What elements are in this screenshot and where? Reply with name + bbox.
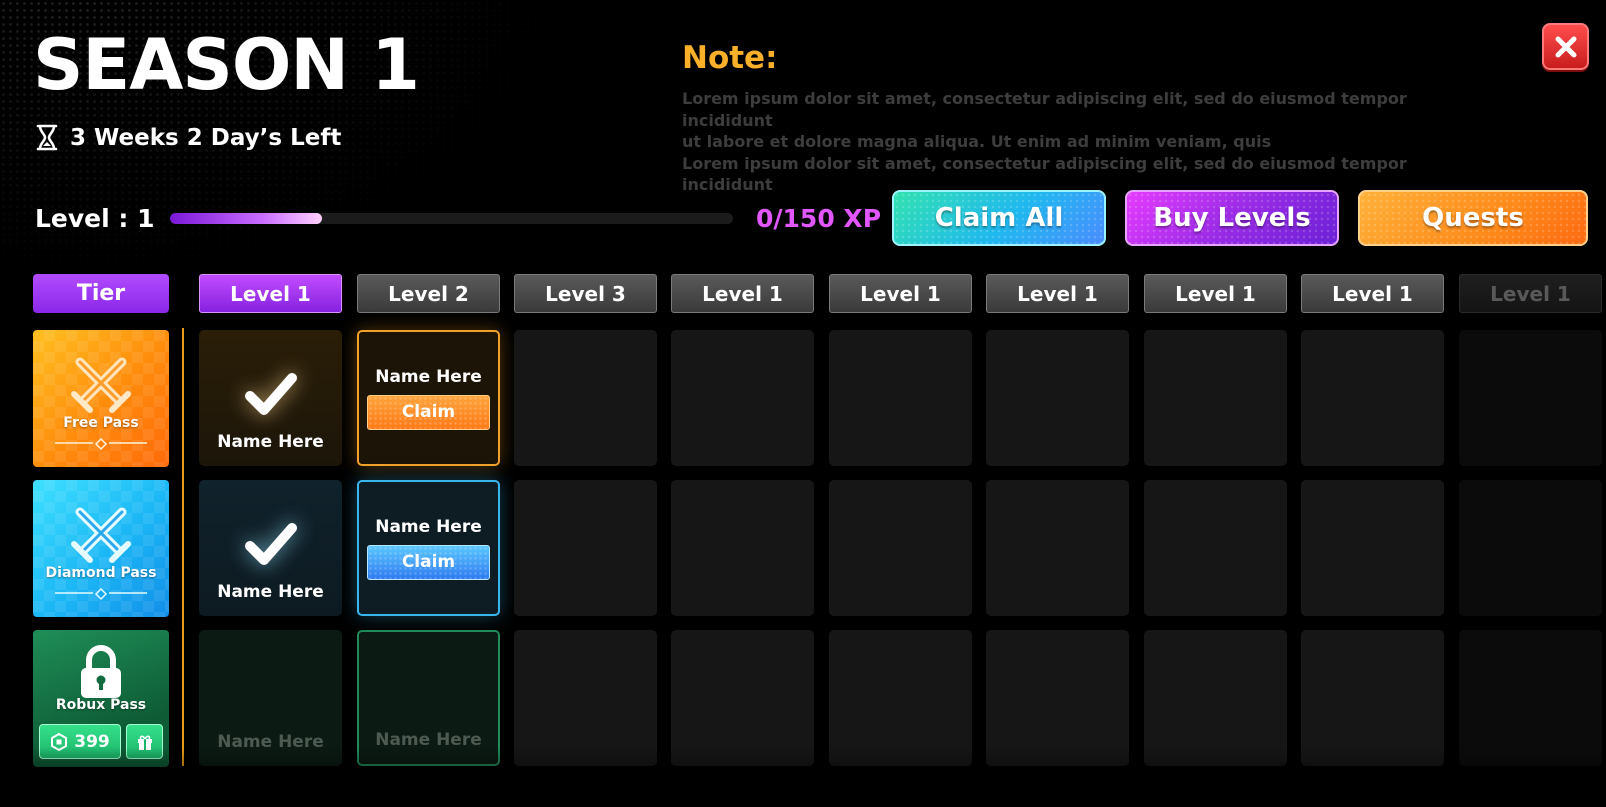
reward-cell-empty xyxy=(1459,330,1602,466)
reward-cell-free-1[interactable]: Name Here xyxy=(199,330,342,466)
bottom-vignette xyxy=(0,747,1606,807)
level-header: Level 1 xyxy=(1301,274,1444,313)
buy-levels-button[interactable]: Buy Levels xyxy=(1125,190,1339,246)
level-header: Level 1 xyxy=(986,274,1129,313)
reward-cell-empty xyxy=(514,330,657,466)
reward-cell-empty xyxy=(829,630,972,766)
reward-name: Name Here xyxy=(375,516,482,537)
reward-cell-empty xyxy=(671,480,814,616)
claim-all-button[interactable]: Claim All xyxy=(892,190,1106,246)
close-icon xyxy=(1555,36,1576,57)
level-header: Level 1 xyxy=(1144,274,1287,313)
time-left-text: 3 Weeks 2 Day’s Left xyxy=(70,124,342,151)
reward-cell-empty xyxy=(1459,630,1602,766)
note-line: Lorem ipsum dolor sit amet, consectetur … xyxy=(682,89,1407,130)
claim-button[interactable]: Claim xyxy=(367,394,490,430)
xp-text: 0/150 XP xyxy=(756,204,882,233)
crossed-swords-icon xyxy=(71,507,131,563)
reward-cell-empty xyxy=(1144,630,1287,766)
reward-cell-empty xyxy=(514,480,657,616)
reward-name: Name Here xyxy=(217,582,324,602)
tier-name: Free Pass xyxy=(63,415,139,431)
reward-cell-empty xyxy=(986,630,1129,766)
tier-card-free-pass: Free Pass xyxy=(33,330,169,467)
claim-button[interactable]: Claim xyxy=(367,544,490,580)
xp-progress-fill xyxy=(170,213,322,224)
tier-name: Diamond Pass xyxy=(45,565,157,581)
ornament-divider-icon xyxy=(55,438,147,451)
reward-cell-empty xyxy=(1144,330,1287,466)
reward-cell-empty xyxy=(986,330,1129,466)
tier-column-header: Tier xyxy=(33,274,169,313)
reward-cell-empty xyxy=(1144,480,1287,616)
tier-name: Robux Pass xyxy=(55,697,147,713)
hourglass-icon xyxy=(36,124,58,151)
reward-cell-empty xyxy=(671,630,814,766)
checkmark-icon xyxy=(244,373,297,415)
season-timer: 3 Weeks 2 Day’s Left xyxy=(36,124,341,151)
reward-cell-empty xyxy=(1301,480,1444,616)
reward-cell-empty xyxy=(1459,480,1602,616)
level-header: Level 3 xyxy=(514,274,657,313)
checkmark-icon xyxy=(244,523,297,565)
note-body: Lorem ipsum dolor sit amet, consectetur … xyxy=(682,88,1462,196)
crossed-swords-icon xyxy=(71,357,131,413)
tier-card-diamond-pass: Diamond Pass xyxy=(33,480,169,617)
level-header: Level 2 xyxy=(357,274,500,313)
reward-name: Name Here xyxy=(375,366,482,387)
reward-name: Name Here xyxy=(217,432,324,452)
note-title: Note: xyxy=(682,40,778,76)
ornament-divider-icon xyxy=(55,588,147,601)
level-header: Level 1 xyxy=(1459,274,1602,313)
reward-cell-robux-2[interactable]: Name Here xyxy=(357,630,500,766)
season-title: SEASON 1 xyxy=(33,24,420,106)
reward-cell-empty xyxy=(1301,630,1444,766)
reward-cell-free-2[interactable]: Name Here Claim xyxy=(357,330,500,466)
current-level-label: Level : 1 xyxy=(35,204,155,233)
reward-cell-empty xyxy=(671,330,814,466)
reward-cell-empty xyxy=(514,630,657,766)
reward-cell-robux-1[interactable]: Name Here xyxy=(199,630,342,766)
reward-cell-diamond-1[interactable]: Name Here xyxy=(199,480,342,616)
tier-divider xyxy=(182,328,184,766)
level-header: Level 1 xyxy=(671,274,814,313)
reward-cell-empty xyxy=(986,480,1129,616)
close-button[interactable] xyxy=(1542,23,1589,70)
note-line: ut labore et dolore magna aliqua. Ut eni… xyxy=(682,132,1272,151)
reward-cell-empty xyxy=(1301,330,1444,466)
quests-button[interactable]: Quests xyxy=(1358,190,1588,246)
reward-cell-empty xyxy=(829,330,972,466)
reward-cell-diamond-2[interactable]: Name Here Claim xyxy=(357,480,500,616)
lock-icon xyxy=(81,645,121,698)
reward-cell-empty xyxy=(829,480,972,616)
xp-progress-bar xyxy=(170,213,733,224)
level-header: Level 1 xyxy=(829,274,972,313)
level-header: Level 1 xyxy=(199,274,342,313)
